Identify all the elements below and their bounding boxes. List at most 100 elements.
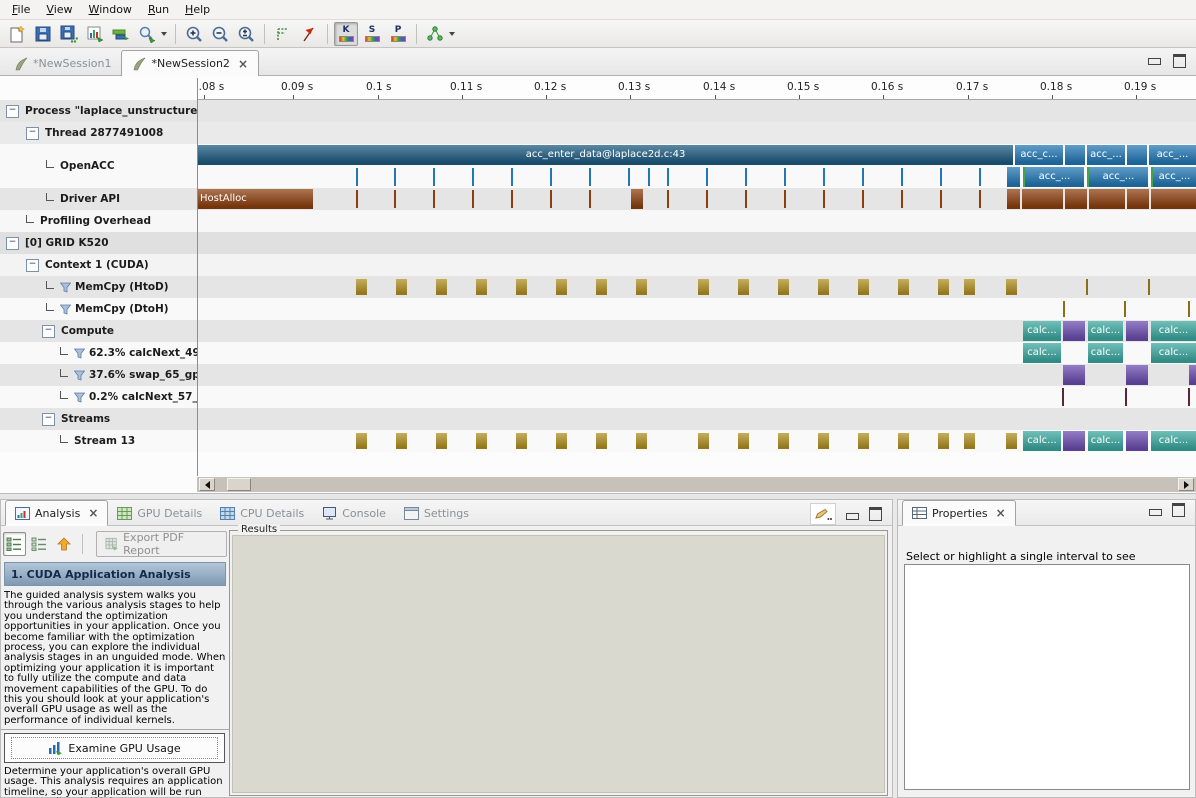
driver-api-interval[interactable] [589, 190, 591, 208]
collapse-up-arrow-icon[interactable] [52, 532, 75, 556]
kernel-interval[interactable] [1126, 321, 1148, 341]
memcpy-interval[interactable] [738, 433, 749, 449]
memcpy-interval[interactable] [938, 433, 949, 449]
scroll-right-button[interactable] [1178, 478, 1194, 491]
run-analysis-icon[interactable] [135, 22, 159, 46]
driver-api-interval[interactable] [667, 190, 669, 208]
guided-analysis-icon[interactable] [3, 532, 26, 556]
kernel-interval[interactable]: calc... [1151, 343, 1196, 363]
system-timeline-icon[interactable] [109, 22, 133, 46]
save-all-sessions-icon[interactable] [57, 22, 81, 46]
zoom-in-icon[interactable] [182, 22, 206, 46]
tree-row-kernel-calcnext49[interactable]: 62.3% calcNext_49_... [0, 342, 197, 364]
driver-api-interval[interactable] [631, 189, 643, 209]
tab-properties[interactable]: Properties × [902, 500, 1016, 526]
tree-row-stream13[interactable]: Stream 13 [0, 430, 197, 452]
memcpy-interval[interactable] [1148, 279, 1150, 295]
openacc-interval[interactable] [784, 168, 786, 186]
driver-api-interval[interactable] [979, 190, 981, 208]
openacc-interval[interactable] [648, 168, 650, 186]
memcpy-interval[interactable] [964, 279, 975, 295]
kernel-interval[interactable]: calc... [1088, 343, 1123, 363]
memcpy-interval[interactable] [596, 279, 607, 295]
driver-api-interval[interactable] [550, 190, 552, 208]
memcpy-interval[interactable] [356, 433, 367, 449]
openacc-interval[interactable] [901, 168, 903, 186]
minimize-icon[interactable] [1148, 58, 1161, 65]
openacc-interval[interactable] [979, 168, 981, 186]
dropdown-caret-icon[interactable] [449, 32, 455, 39]
memcpy-interval[interactable] [1006, 433, 1017, 449]
driver-api-interval[interactable] [433, 190, 435, 208]
tab-analysis[interactable]: Analysis× [5, 500, 108, 526]
memcpy-interval[interactable] [738, 279, 749, 295]
openacc-interval[interactable]: acc_... [1087, 145, 1125, 165]
memcpy-interval[interactable] [778, 279, 789, 295]
memcpy-interval[interactable] [698, 433, 709, 449]
tree-row-grid-k520[interactable]: −[0] GRID K520 [0, 232, 197, 254]
openacc-interval[interactable] [356, 168, 358, 186]
save-session-icon[interactable] [31, 22, 55, 46]
collapse-toggle-icon[interactable]: − [6, 237, 19, 250]
openacc-interval[interactable] [940, 168, 942, 186]
kernel-interval[interactable] [1126, 365, 1148, 385]
driver-api-interval[interactable] [862, 190, 864, 208]
kernel-color-icon[interactable]: K [334, 22, 358, 46]
memcpy-interval[interactable] [476, 433, 487, 449]
memcpy-interval[interactable] [476, 279, 487, 295]
driver-api-interval[interactable] [706, 190, 708, 208]
zoom-reset-icon[interactable] [234, 22, 258, 46]
kernel-interval[interactable]: calc... [1023, 431, 1061, 451]
tree-row-memcpy-htod[interactable]: MemCpy (HtoD) [0, 276, 197, 298]
scrollbar-thumb[interactable] [227, 478, 251, 491]
memcpy-interval[interactable] [636, 433, 647, 449]
memcpy-interval[interactable] [698, 279, 709, 295]
menu-help[interactable]: Help [177, 1, 218, 18]
memcpy-interval[interactable] [778, 433, 789, 449]
kernel-interval[interactable]: calc... [1151, 321, 1196, 341]
kernel-interval[interactable]: calc... [1151, 431, 1196, 451]
driver-api-interval[interactable]: HostAlloc [198, 189, 313, 209]
driver-api-interval[interactable] [356, 190, 358, 208]
dropdown-caret-icon[interactable] [161, 32, 167, 39]
collapse-toggle-icon[interactable]: − [42, 325, 55, 338]
driver-api-interval[interactable] [940, 190, 942, 208]
menu-window[interactable]: Window [81, 1, 140, 18]
memcpy-interval[interactable] [858, 433, 869, 449]
driver-api-interval[interactable] [823, 190, 825, 208]
tree-row-thread[interactable]: −Thread 2877491008 [0, 122, 197, 144]
kernel-interval[interactable] [1063, 431, 1085, 451]
memcpy-interval[interactable] [964, 433, 975, 449]
tree-row-kernel-swap65[interactable]: 37.6% swap_65_gpu [0, 364, 197, 386]
maximize-icon[interactable] [1172, 503, 1185, 517]
memcpy-interval[interactable] [396, 279, 407, 295]
collapse-toggle-icon[interactable]: − [42, 413, 55, 426]
memcpy-interval[interactable] [556, 433, 567, 449]
tree-row-memcpy-dtoh[interactable]: MemCpy (DtoH) [0, 298, 197, 320]
menu-run[interactable]: Run [140, 1, 177, 18]
memcpy-interval[interactable] [596, 433, 607, 449]
openacc-interval[interactable] [628, 168, 630, 186]
tree-row-openacc[interactable]: OpenACC [0, 144, 197, 188]
openacc-interval[interactable]: acc_... [1087, 167, 1148, 187]
openacc-interval[interactable] [589, 168, 591, 186]
openacc-interval[interactable] [472, 168, 474, 186]
maximize-icon[interactable] [869, 507, 882, 521]
memcpy-interval[interactable] [356, 279, 367, 295]
tree-row-streams[interactable]: −Streams [0, 408, 197, 430]
export-pdf-report-button[interactable]: Export PDF Report [96, 531, 227, 557]
memcpy-interval[interactable] [818, 433, 829, 449]
kernel-interval[interactable]: calc... [1088, 321, 1123, 341]
openacc-interval[interactable]: acc_... [1149, 145, 1196, 165]
scroll-left-button[interactable] [199, 478, 215, 491]
memcpy-interval[interactable] [396, 433, 407, 449]
kernel-interval[interactable] [1063, 365, 1085, 385]
dependency-graph-icon[interactable] [423, 22, 447, 46]
openacc-interval[interactable] [667, 168, 669, 186]
minimize-icon[interactable] [846, 513, 859, 520]
stream-color-icon[interactable]: S [360, 22, 384, 46]
openacc-interval[interactable]: acc_... [1151, 167, 1196, 187]
openacc-interval[interactable] [433, 168, 435, 186]
driver-api-interval[interactable] [394, 190, 396, 208]
kernel-interval[interactable] [1062, 388, 1064, 406]
